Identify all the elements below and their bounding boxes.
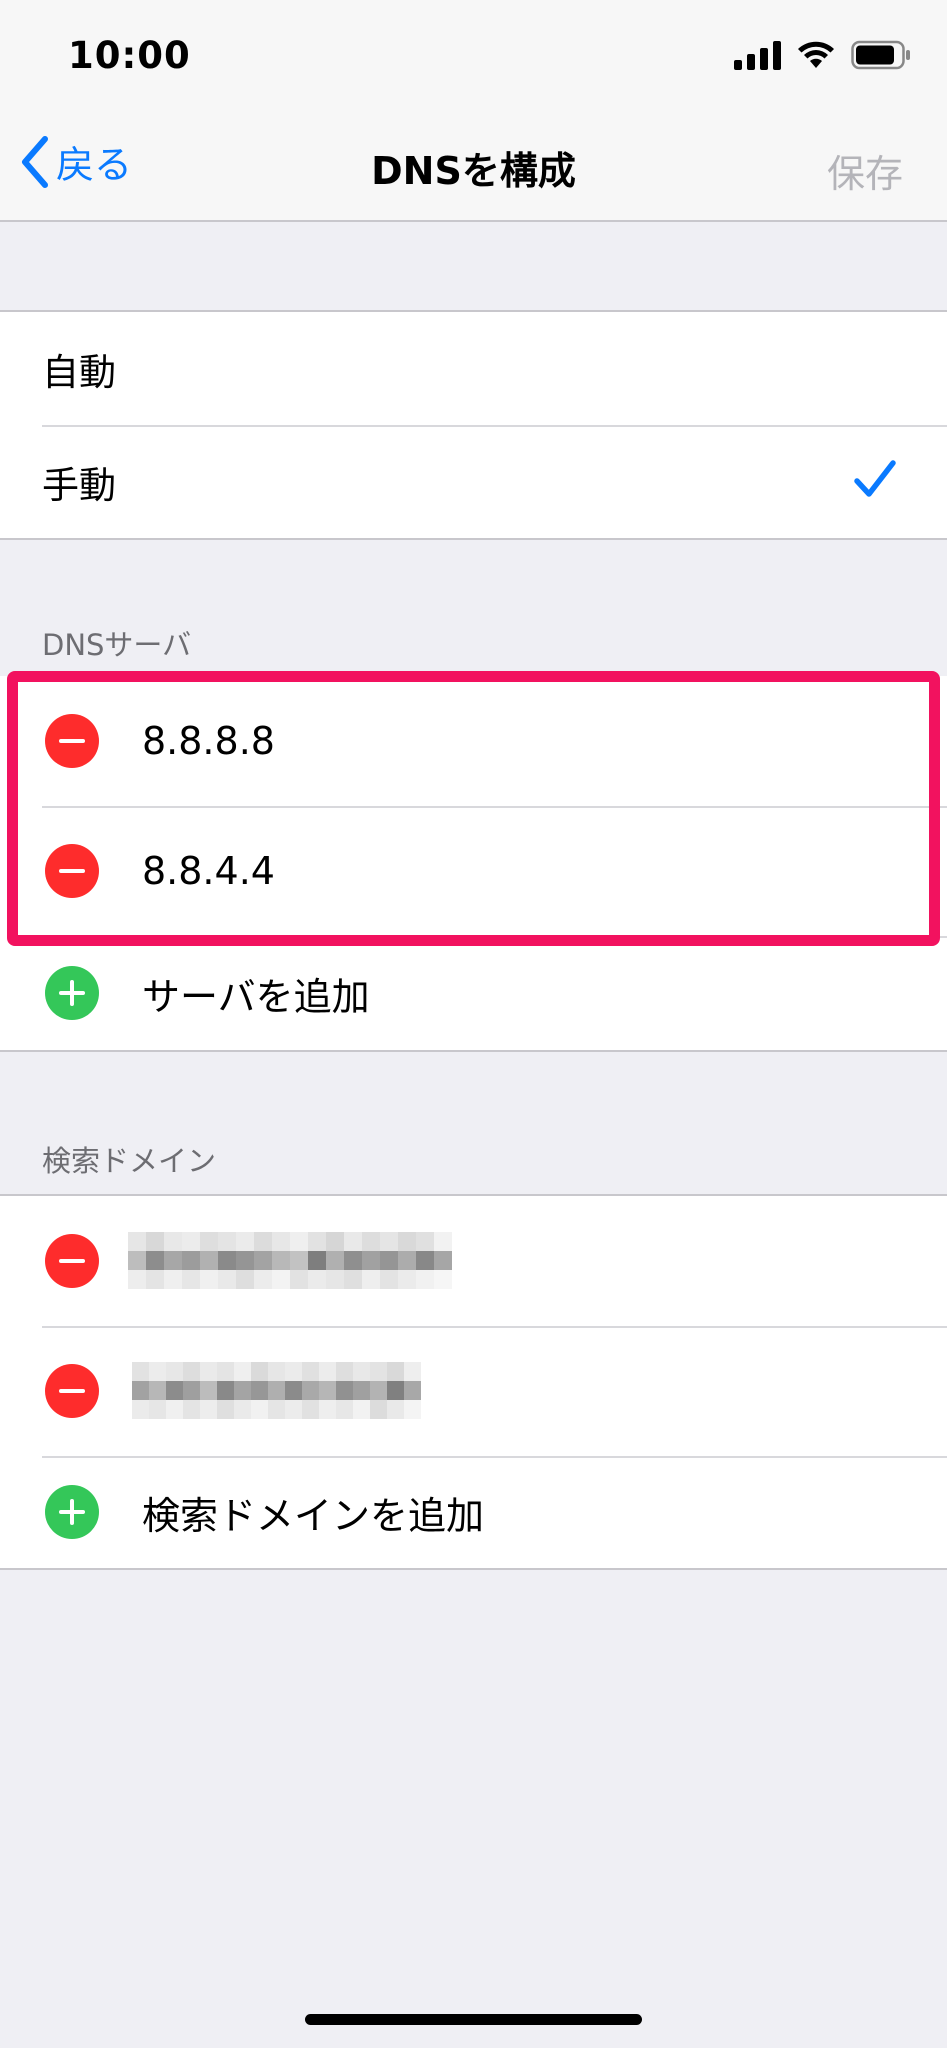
status-time: 10:00 bbox=[68, 34, 191, 77]
dns-server-row: 8.8.4.4 bbox=[0, 806, 947, 936]
redacted-domain bbox=[132, 1362, 421, 1420]
dns-server-row: 8.8.8.8 bbox=[0, 676, 947, 806]
save-button[interactable]: 保存 bbox=[827, 143, 903, 198]
delete-icon[interactable] bbox=[45, 844, 99, 898]
delete-icon[interactable] bbox=[45, 1234, 99, 1288]
status-icons bbox=[734, 40, 911, 70]
add-server-label: サーバを追加 bbox=[142, 974, 370, 1019]
redacted-domain bbox=[128, 1232, 452, 1290]
status-bar: 10:00 bbox=[0, 0, 947, 110]
checkmark-icon bbox=[854, 460, 896, 497]
battery-icon bbox=[851, 40, 910, 70]
navigation-bar: 戻る DNSを構成 保存 bbox=[0, 110, 947, 222]
mode-option-label: 自動 bbox=[42, 350, 116, 394]
page-title: DNSを構成 bbox=[371, 149, 576, 193]
add-icon[interactable] bbox=[45, 1485, 99, 1539]
add-server-row[interactable]: サーバを追加 bbox=[0, 936, 947, 1050]
dns-server-value[interactable]: 8.8.4.4 bbox=[142, 849, 275, 893]
delete-icon[interactable] bbox=[45, 1364, 99, 1418]
mode-option-manual[interactable]: 手動 bbox=[0, 425, 947, 538]
cellular-signal-icon bbox=[734, 40, 781, 70]
search-domains-group: 検索ドメインを追加 bbox=[0, 1194, 947, 1570]
search-domain-row bbox=[0, 1196, 947, 1326]
delete-icon[interactable] bbox=[45, 714, 99, 768]
add-search-domain-row[interactable]: 検索ドメインを追加 bbox=[0, 1456, 947, 1568]
add-search-domain-label: 検索ドメインを追加 bbox=[142, 1493, 485, 1538]
mode-option-automatic[interactable]: 自動 bbox=[0, 312, 947, 425]
dns-servers-group: 8.8.8.8 8.8.4.4 サーバを追加 bbox=[0, 676, 947, 1052]
wifi-icon bbox=[798, 41, 834, 68]
search-domains-header: 検索ドメイン bbox=[42, 1144, 217, 1178]
dns-mode-group: 自動 手動 bbox=[0, 310, 947, 540]
mode-option-label: 手動 bbox=[42, 463, 116, 507]
home-indicator[interactable] bbox=[305, 2014, 642, 2025]
add-icon[interactable] bbox=[45, 966, 99, 1020]
search-domain-row bbox=[0, 1326, 947, 1456]
dns-servers-header: DNSサーバ bbox=[42, 628, 192, 662]
dns-server-value[interactable]: 8.8.8.8 bbox=[142, 719, 275, 763]
